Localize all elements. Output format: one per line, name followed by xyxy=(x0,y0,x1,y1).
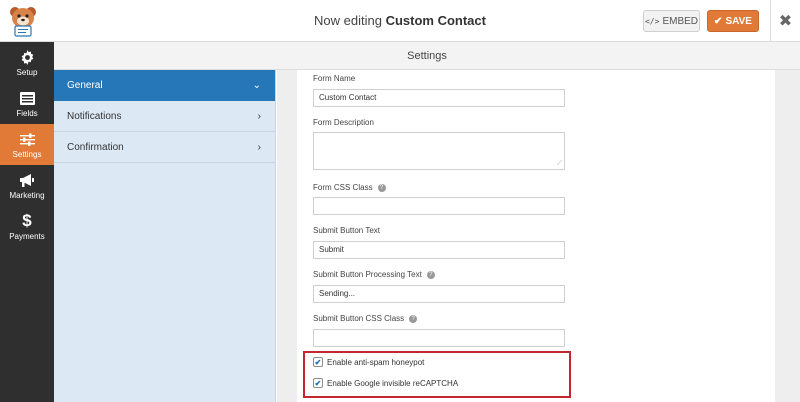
sidebar-item-marketing[interactable]: Marketing xyxy=(0,165,54,206)
megaphone-icon xyxy=(19,171,35,189)
honeypot-checkbox-row[interactable]: ✔ Enable anti-spam honeypot xyxy=(313,357,424,367)
recaptcha-label: Enable Google invisible reCAPTCHA xyxy=(327,378,459,388)
submit-text-input[interactable]: Submit xyxy=(313,241,565,259)
honeypot-label: Enable anti-spam honeypot xyxy=(327,357,425,367)
sidebar-item-fields[interactable]: Fields xyxy=(0,83,54,124)
recaptcha-checkbox-row[interactable]: ✔ Enable Google invisible reCAPTCHA xyxy=(313,378,458,388)
sidebar-item-label: Setup xyxy=(16,68,38,77)
help-icon[interactable]: ? xyxy=(409,314,418,323)
processing-text-label-text: Submit Button Processing Text xyxy=(313,270,422,279)
nav-item-notifications[interactable]: Notifications › xyxy=(54,101,275,132)
processing-text-input[interactable]: Sending... xyxy=(313,285,565,303)
nav-item-label: Notifications xyxy=(67,110,122,122)
submit-css-class-label-text: Submit Button CSS Class xyxy=(313,314,405,323)
help-icon[interactable]: ? xyxy=(377,183,386,192)
sidebar-item-payments[interactable]: $ Payments xyxy=(0,206,54,247)
check-icon: ✔ xyxy=(714,15,723,27)
nav-item-label: General xyxy=(67,79,103,91)
sidebar-item-label: Fields xyxy=(16,109,38,118)
form-css-class-label: Form CSS Class? xyxy=(313,183,386,192)
nav-item-general[interactable]: General ⌄ xyxy=(54,70,275,101)
processing-text-label: Submit Button Processing Text? xyxy=(313,270,435,279)
nav-item-label: Confirmation xyxy=(67,141,124,153)
top-bar: Now editing Custom Contact </> EMBED ✔ S… xyxy=(0,0,800,42)
dollar-icon: $ xyxy=(22,211,32,230)
recaptcha-checkbox[interactable]: ✔ xyxy=(313,378,323,388)
embed-label: EMBED xyxy=(662,15,698,27)
honeypot-checkbox[interactable]: ✔ xyxy=(313,357,323,367)
code-icon: </> xyxy=(644,16,660,26)
close-button[interactable]: ✖ xyxy=(770,0,800,42)
sidebar-item-label: Settings xyxy=(12,150,42,159)
settings-nav: General ⌄ Notifications › Confirmation › xyxy=(54,70,276,402)
sidebar-item-label: Payments xyxy=(9,232,45,241)
builder-sidebar: Setup Fields Settings Marketing $ Paymen… xyxy=(0,42,54,402)
submit-css-class-label: Submit Button CSS Class? xyxy=(313,314,418,323)
form-description-textarea[interactable]: ⟋ xyxy=(313,132,565,170)
form-name-input[interactable]: Custom Contact xyxy=(313,89,565,107)
list-icon xyxy=(19,89,35,107)
submit-css-class-input[interactable] xyxy=(313,329,565,347)
title-prefix: Now editing xyxy=(314,13,382,28)
chevron-right-icon: › xyxy=(257,110,261,122)
settings-header: Settings xyxy=(54,42,800,70)
embed-button[interactable]: </> EMBED xyxy=(643,10,700,32)
resize-handle-icon[interactable]: ⟋ xyxy=(557,160,562,168)
sidebar-item-label: Marketing xyxy=(9,191,45,200)
sidebar-item-settings[interactable]: Settings xyxy=(0,124,54,165)
chevron-down-icon: ⌄ xyxy=(252,79,261,91)
submit-text-label: Submit Button Text xyxy=(313,226,380,235)
form-css-class-label-text: Form CSS Class xyxy=(313,183,373,192)
sidebar-item-setup[interactable]: Setup xyxy=(0,42,54,83)
form-description-label: Form Description xyxy=(313,118,374,127)
chevron-right-icon: › xyxy=(257,141,261,153)
title-form-name: Custom Contact xyxy=(385,13,486,28)
gear-icon xyxy=(20,48,35,66)
save-button[interactable]: ✔ SAVE xyxy=(707,10,759,32)
save-label: SAVE xyxy=(725,15,752,27)
form-css-class-input[interactable] xyxy=(313,197,565,215)
help-icon[interactable]: ? xyxy=(426,270,435,279)
form-name-label: Form Name xyxy=(313,74,356,83)
sliders-icon xyxy=(19,130,35,148)
nav-item-confirmation[interactable]: Confirmation › xyxy=(54,132,275,163)
close-icon: ✖ xyxy=(778,13,793,30)
